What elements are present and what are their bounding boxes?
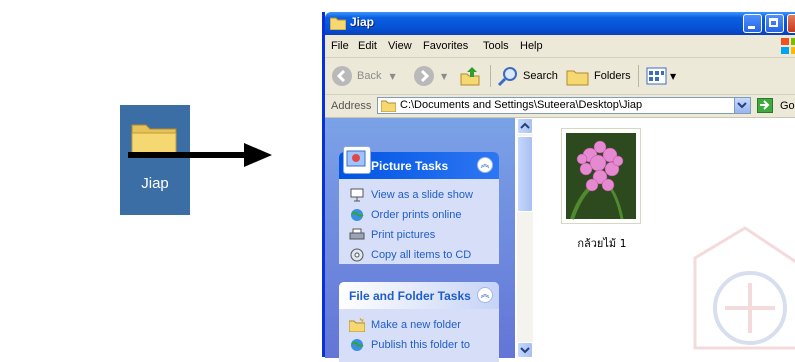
menu-bar: File Edit View Favorites Tools Help [325, 35, 795, 58]
task-print-pictures[interactable]: Print pictures [339, 225, 499, 245]
watermark-emblem [693, 226, 795, 350]
file-folder-tasks-header[interactable]: File and Folder Tasks ︽ [339, 282, 499, 309]
task-label: Print pictures [371, 229, 436, 241]
forward-dropdown-icon[interactable]: ▼ [441, 72, 447, 81]
file-folder-tasks-panel: File and Folder Tasks ︽ Make a new folde… [339, 282, 499, 362]
forward-button[interactable]: ▼ [413, 64, 447, 88]
back-dropdown-icon[interactable]: ▼ [389, 72, 395, 81]
menu-edit[interactable]: Edit [358, 40, 377, 52]
chevron-down-icon [520, 347, 530, 354]
up-folder-icon [460, 67, 480, 86]
scroll-down-button[interactable] [517, 342, 533, 358]
views-icon [646, 67, 667, 85]
folder-icon [381, 100, 396, 112]
right-arrow-icon [128, 143, 272, 167]
globe-icon [351, 209, 364, 221]
cd-icon [350, 248, 364, 262]
task-pane: Picture Tasks ︽ View as a slide show Ord… [325, 118, 515, 362]
chevron-down-icon [737, 102, 747, 109]
title-bar[interactable]: Jiap [325, 12, 795, 35]
address-label: Address [331, 100, 372, 112]
picture-tasks-panel: Picture Tasks ︽ View as a slide show Ord… [339, 146, 499, 265]
task-publish-folder[interactable]: Publish this folder to [339, 335, 499, 355]
address-field[interactable]: C:\Documents and Settings\Suteera\Deskto… [377, 97, 751, 114]
menu-view[interactable]: View [388, 40, 412, 52]
back-button[interactable]: Back ▼ [331, 64, 396, 88]
slide-show-icon [350, 188, 364, 202]
globe-icon [351, 339, 364, 351]
search-icon [497, 67, 517, 87]
close-button[interactable] [787, 14, 795, 33]
go-label[interactable]: Go [780, 100, 795, 112]
forward-arrow-icon [414, 66, 434, 86]
task-label: Copy all items to CD [371, 249, 472, 261]
task-new-folder[interactable]: Make a new folder [339, 315, 499, 335]
new-folder-icon [349, 318, 365, 332]
go-button[interactable] [757, 98, 773, 113]
picture-tasks-header[interactable]: Picture Tasks ︽ [339, 146, 499, 179]
scroll-up-button[interactable] [517, 118, 533, 134]
printer-icon [349, 228, 365, 240]
toolbar-separator [490, 65, 491, 87]
task-label: Order prints online [371, 209, 462, 221]
window-title: Jiap [350, 15, 375, 29]
file-folder-tasks-title: File and Folder Tasks [349, 289, 471, 303]
toolbar-separator [638, 65, 639, 87]
collapse-icon[interactable]: ︽ [477, 157, 493, 173]
address-path: C:\Documents and Settings\Suteera\Deskto… [400, 99, 643, 111]
menu-favorites[interactable]: Favorites [423, 40, 468, 52]
address-dropdown-button[interactable] [734, 98, 750, 113]
minimize-button[interactable] [743, 14, 762, 33]
explorer-window: Jiap File Edit View Favorites Tools Help… [322, 12, 795, 362]
scroll-thumb[interactable] [517, 136, 533, 212]
folder-icon [330, 17, 346, 30]
folders-icon [566, 70, 589, 86]
folders-button[interactable]: Folders [566, 64, 631, 88]
views-button[interactable]: ▼ [645, 64, 676, 88]
maximize-button[interactable] [765, 14, 784, 33]
back-arrow-icon [332, 66, 352, 86]
file-thumbnail[interactable] [561, 128, 641, 224]
file-name[interactable]: กล้วยไม้ 1 [555, 234, 649, 252]
picture-icon [343, 146, 371, 174]
chevron-up-icon [520, 122, 530, 129]
task-slide-show[interactable]: View as a slide show [339, 185, 499, 205]
menu-tools[interactable]: Tools [483, 40, 509, 52]
back-label: Back [357, 70, 382, 82]
desktop-folder-label: Jiap [141, 175, 169, 192]
file-view[interactable]: กล้วยไม้ 1 [535, 118, 795, 358]
menu-file[interactable]: File [331, 40, 349, 52]
up-folder-button[interactable] [459, 64, 481, 88]
orchid-thumbnail-image [566, 133, 636, 220]
menu-help[interactable]: Help [520, 40, 543, 52]
search-button[interactable]: Search [497, 64, 558, 88]
go-arrow-icon [760, 100, 770, 110]
views-dropdown-icon: ▼ [670, 71, 677, 81]
vertical-scrollbar[interactable] [517, 118, 533, 358]
address-bar: Address C:\Documents and Settings\Suteer… [325, 95, 795, 118]
toolbar: Back ▼ ▼ Search Folders ▼ [325, 58, 795, 95]
task-label: Publish this folder to [371, 339, 471, 351]
search-label: Search [523, 70, 558, 82]
folders-label: Folders [594, 70, 631, 82]
windows-logo-icon [781, 38, 795, 54]
task-copy-to-cd[interactable]: Copy all items to CD [339, 245, 499, 265]
collapse-icon[interactable]: ︽ [477, 287, 493, 303]
picture-tasks-title: Picture Tasks [371, 159, 449, 173]
task-label: Make a new folder [371, 319, 461, 331]
task-order-prints[interactable]: Order prints online [339, 205, 499, 225]
task-label: View as a slide show [371, 189, 473, 201]
